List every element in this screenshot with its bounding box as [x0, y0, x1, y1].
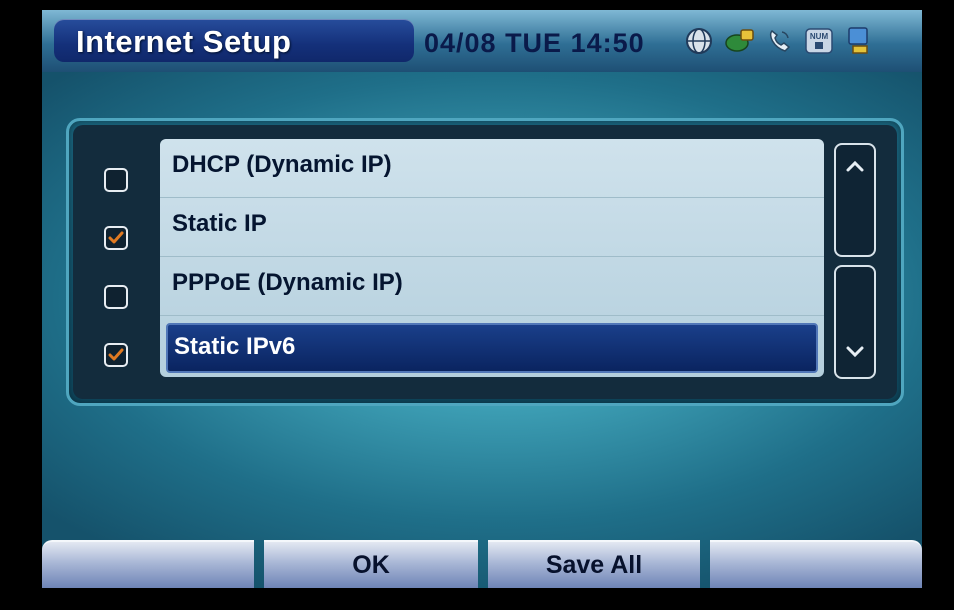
globe-icon	[682, 24, 716, 58]
device-screen: Internet Setup 04/08 TUE 14:50 NUM DHCP …	[42, 10, 922, 588]
phone-icon	[762, 24, 796, 58]
save-all-button[interactable]: Save All	[488, 540, 700, 588]
list-item-label: DHCP (Dynamic IP)	[172, 151, 392, 178]
title-bar: Internet Setup 04/08 TUE 14:50 NUM	[42, 10, 922, 72]
scroll-down-button[interactable]	[834, 265, 876, 379]
softkey-1[interactable]	[42, 540, 254, 588]
softkey-4[interactable]	[710, 540, 922, 588]
checkbox-static-ip[interactable]	[104, 226, 128, 250]
num-lock-label: NUM	[810, 32, 829, 41]
page-title: Internet Setup	[76, 24, 292, 59]
checkbox-dhcp[interactable]	[104, 168, 128, 192]
computer-icon	[842, 24, 876, 58]
check-icon	[108, 348, 124, 361]
chevron-up-icon	[846, 160, 864, 172]
list-item-label: Static IP	[172, 210, 267, 237]
check-icon	[108, 231, 124, 244]
connection-type-list: DHCP (Dynamic IP) Static IP PPPoE (Dynam…	[160, 139, 824, 377]
list-item[interactable]: Static IP	[160, 198, 824, 257]
list-item-label: PPPoE (Dynamic IP)	[172, 269, 403, 296]
list-item[interactable]: PPPoE (Dynamic IP)	[160, 257, 824, 316]
list-item-selected[interactable]: Static IPv6	[166, 323, 818, 373]
num-lock-icon: NUM	[802, 24, 836, 58]
softkey-bar: OK Save All	[42, 540, 922, 588]
checkbox-static-ipv6[interactable]	[104, 343, 128, 367]
network-icon	[722, 24, 756, 58]
chevron-down-icon	[846, 346, 864, 358]
status-icons: NUM	[682, 24, 876, 58]
ok-button[interactable]: OK	[264, 540, 478, 588]
date-time: 04/08 TUE 14:50	[424, 28, 645, 58]
scroll-up-button[interactable]	[834, 143, 876, 257]
checkbox-pppoe[interactable]	[104, 285, 128, 309]
list-item-label: Static IPv6	[174, 333, 296, 360]
list-item[interactable]: DHCP (Dynamic IP)	[160, 139, 824, 198]
